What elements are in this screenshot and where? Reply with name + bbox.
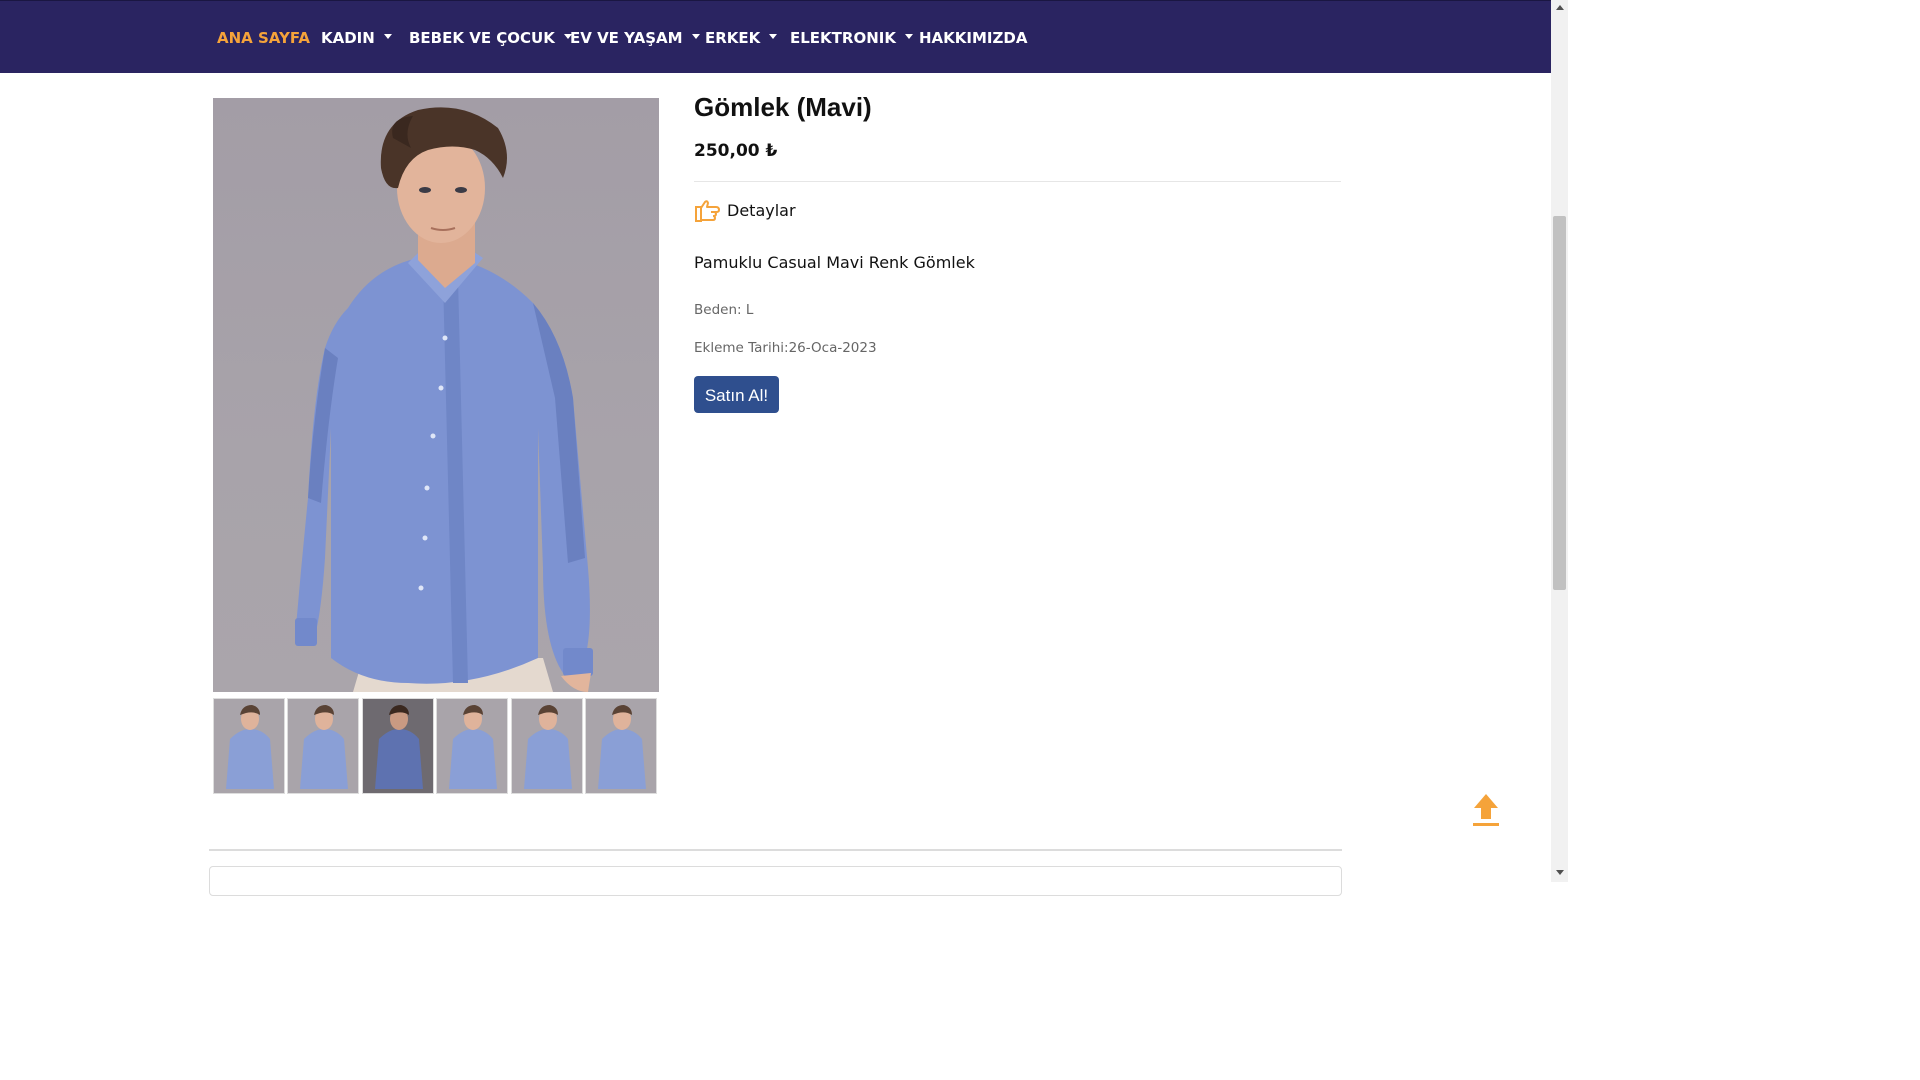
thumbnail-illustration: [598, 705, 646, 789]
section-divider: [209, 849, 1342, 851]
nav-item-bebek-ve-cocuk[interactable]: BEBEK VE ÇOCUK: [409, 27, 572, 49]
thumbnail-illustration: [524, 705, 572, 789]
buy-button[interactable]: Satın Al!: [694, 376, 779, 413]
thumbnail-4[interactable]: [436, 698, 508, 794]
arrow-up-icon: [1473, 794, 1499, 826]
divider: [694, 181, 1341, 182]
nav-item-ana-sayfa[interactable]: ANA SAYFA: [217, 27, 310, 49]
caret-down-icon: [904, 34, 913, 39]
thumbnail-illustration: [375, 705, 423, 789]
scrollbar-thumb[interactable]: [1553, 216, 1566, 590]
thumbnail-illustration: [226, 705, 274, 789]
thumbnail-6[interactable]: [585, 698, 657, 794]
top-navbar: ANA SAYFA KADIN BEBEK VE ÇOCUK EV VE YAŞ…: [0, 0, 1551, 73]
scroll-to-top-button[interactable]: [1471, 792, 1501, 828]
product-added-date: Ekleme Tarihi:26-Oca-2023: [694, 340, 877, 356]
nav-item-elektronik[interactable]: ELEKTRONIK: [790, 27, 913, 49]
thumbnail-5[interactable]: [511, 698, 583, 794]
nav-item-ev-ve-yasam[interactable]: EV VE YAŞAM: [570, 27, 700, 49]
product-title: Gömlek (Mavi): [694, 92, 872, 122]
details-label: Detaylar: [727, 201, 796, 220]
nav-item-label: HAKKIMIZDA: [919, 29, 1028, 47]
product-main-image: [213, 98, 659, 692]
nav-item-label: ERKEK: [705, 29, 761, 47]
thumbnail-illustration: [449, 705, 497, 789]
nav-item-label: KADIN: [321, 29, 375, 47]
scroll-up-icon[interactable]: [1556, 5, 1564, 10]
nav-item-label: ANA SAYFA: [217, 29, 310, 47]
thumbnail-3[interactable]: [362, 698, 434, 794]
product-price: 250,00 ₺: [694, 141, 778, 161]
nav-item-label: EV VE YAŞAM: [570, 29, 683, 47]
nav-item-label: ELEKTRONIK: [790, 29, 896, 47]
pointing-hand-icon: [695, 200, 720, 222]
thumbnail-2[interactable]: [287, 698, 359, 794]
nav-item-label: BEBEK VE ÇOCUK: [409, 29, 555, 47]
caret-down-icon: [769, 34, 778, 39]
product-photo-illustration: [295, 107, 593, 692]
thumbnail-strip: [213, 698, 659, 795]
nav-item-kadin[interactable]: KADIN: [321, 27, 392, 49]
product-description: Pamuklu Casual Mavi Renk Gömlek: [694, 253, 975, 272]
page-scrollbar[interactable]: [1551, 0, 1568, 882]
scroll-down-icon[interactable]: [1556, 870, 1564, 875]
thumbnail-illustration: [300, 705, 348, 789]
nav-item-erkek[interactable]: ERKEK: [705, 27, 778, 49]
caret-down-icon: [691, 34, 700, 39]
reviews-panel: [209, 866, 1342, 896]
nav-item-hakkimizda[interactable]: HAKKIMIZDA: [919, 27, 1027, 49]
thumbnail-1[interactable]: [213, 698, 285, 794]
caret-down-icon: [383, 34, 392, 39]
product-size: Beden: L: [694, 302, 754, 318]
